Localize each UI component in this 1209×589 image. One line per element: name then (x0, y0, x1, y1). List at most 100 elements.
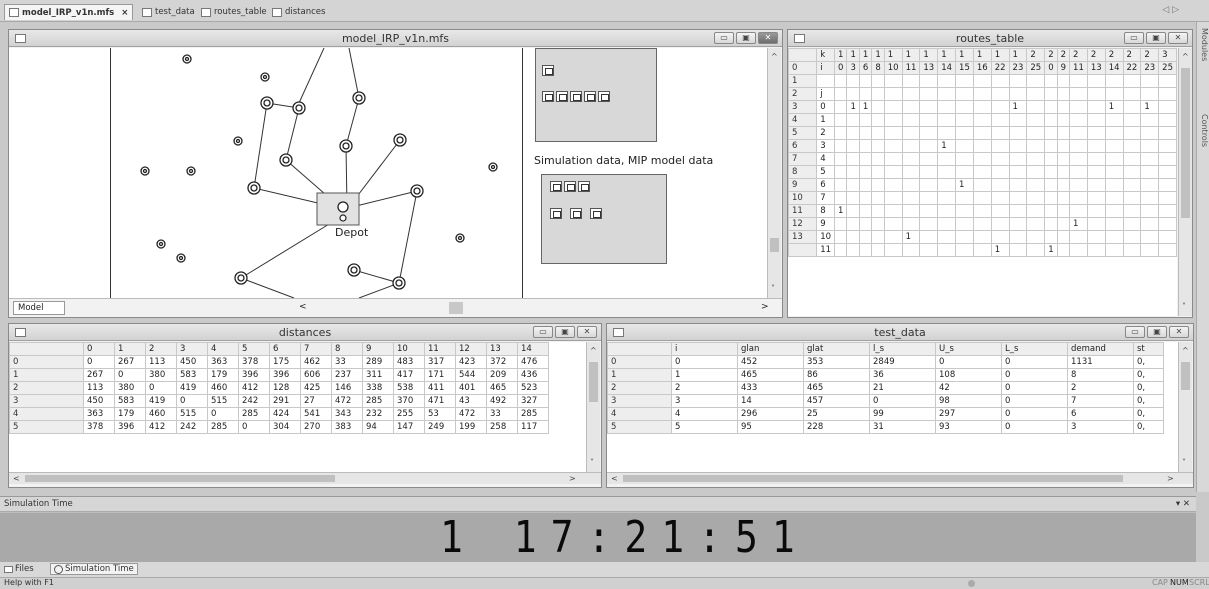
module-box-top[interactable] (535, 48, 657, 142)
column-header-cell[interactable]: 2 (1044, 48, 1058, 62)
table-cell[interactable] (871, 191, 885, 205)
table-cell[interactable] (1044, 178, 1058, 192)
table-cell[interactable] (955, 126, 974, 140)
table-cell[interactable] (1104, 165, 1124, 179)
tab-close-icon[interactable]: × (121, 8, 128, 18)
column-header-cell[interactable]: 12 (455, 342, 487, 356)
table-cell[interactable] (1026, 178, 1046, 192)
table-cell[interactable] (834, 126, 848, 140)
table-cell[interactable] (1056, 126, 1071, 140)
table-cell[interactable]: 0 (238, 420, 270, 434)
table-cell[interactable]: 42 (935, 381, 1002, 395)
table-cell[interactable] (1044, 152, 1058, 166)
table-cell[interactable]: 14 (737, 394, 804, 408)
table-cell[interactable] (1056, 165, 1071, 179)
table-cell[interactable]: 209 (486, 368, 518, 382)
table-cell[interactable]: 1 (1008, 100, 1028, 114)
table-cell[interactable] (972, 87, 992, 101)
table-cell[interactable] (901, 100, 921, 114)
row-header-cell[interactable]: 1 (607, 368, 672, 382)
table-cell[interactable]: 289 (362, 355, 394, 369)
table-cell[interactable] (1122, 87, 1142, 101)
row-header-cell[interactable]: 0 (9, 355, 84, 369)
table-cell[interactable] (858, 217, 873, 231)
table-cell[interactable]: 0 (869, 394, 936, 408)
table-cell[interactable]: 10 (816, 230, 836, 244)
table-cell[interactable] (858, 243, 873, 257)
module-block-icon[interactable] (542, 65, 554, 76)
table-cell[interactable] (955, 165, 974, 179)
column-header-cell[interactable]: 1 (871, 48, 885, 62)
table-cell[interactable] (1104, 204, 1124, 218)
maximize-button[interactable]: ▣ (555, 326, 575, 338)
tab-routes-table[interactable]: routes_table (197, 4, 271, 20)
table-cell[interactable] (1056, 191, 1071, 205)
table-cell[interactable] (1140, 217, 1160, 231)
table-cell[interactable] (871, 126, 885, 140)
table-cell[interactable]: 0 (935, 355, 1002, 369)
row-header-cell[interactable]: 2 (607, 381, 672, 395)
scroll-left-arrow[interactable]: < (299, 302, 307, 312)
table-cell[interactable]: 27 (300, 394, 332, 408)
column-header-cell[interactable]: 6 (269, 342, 301, 356)
row-header-cell[interactable]: 2 (788, 87, 818, 101)
table-cell[interactable]: 304 (269, 420, 301, 434)
table-cell[interactable] (919, 126, 939, 140)
table-cell[interactable] (858, 230, 873, 244)
table-cell[interactable] (1140, 230, 1160, 244)
table-cell[interactable]: 1 (1044, 243, 1058, 257)
table-cell[interactable] (883, 217, 903, 231)
column-header-cell[interactable]: 1 (972, 48, 992, 62)
table-cell[interactable] (883, 191, 903, 205)
table-cell[interactable] (1158, 243, 1177, 257)
maximize-button[interactable]: ▣ (1146, 32, 1166, 44)
table-cell[interactable]: 523 (517, 381, 549, 395)
table-cell[interactable]: 460 (145, 407, 177, 421)
table-cell[interactable] (1122, 243, 1142, 257)
table-cell[interactable] (972, 230, 992, 244)
table-cell[interactable]: 296 (737, 407, 804, 421)
column-header-cell[interactable]: 1 (858, 48, 873, 62)
row-header-cell[interactable]: 11 (788, 204, 818, 218)
table-cell[interactable] (990, 178, 1010, 192)
table-cell[interactable] (858, 191, 873, 205)
table-cell[interactable]: 93 (935, 420, 1002, 434)
table-cell[interactable]: 372 (486, 355, 518, 369)
test-data-grid[interactable]: i glan glat l_s U_s L_s demand st 0 0 452 353 2849 0 0… (607, 342, 1164, 434)
table-cell[interactable] (1026, 100, 1046, 114)
table-cell[interactable] (1044, 87, 1058, 101)
table-cell[interactable] (972, 217, 992, 231)
table-cell[interactable] (883, 178, 903, 192)
column-header-cell[interactable]: 11 (1069, 61, 1088, 75)
table-cell[interactable] (1026, 126, 1046, 140)
table-cell[interactable]: 1 (1069, 217, 1088, 231)
table-cell[interactable] (846, 87, 860, 101)
row-header-cell[interactable]: 5 (9, 420, 84, 434)
column-header-cell[interactable]: 1 (883, 48, 903, 62)
table-cell[interactable]: 541 (300, 407, 332, 421)
table-cell[interactable]: 0 (1001, 407, 1068, 421)
column-header-cell[interactable]: 23 (1008, 61, 1028, 75)
table-cell[interactable]: 515 (207, 394, 239, 408)
table-cell[interactable]: 237 (331, 368, 363, 382)
table-cell[interactable] (1158, 100, 1177, 114)
table-cell[interactable]: 411 (424, 381, 456, 395)
table-cell[interactable]: 94 (362, 420, 394, 434)
table-cell[interactable] (871, 217, 885, 231)
column-header-cell[interactable]: k (816, 48, 836, 62)
table-cell[interactable] (1104, 243, 1124, 257)
row-header-cell[interactable]: 1 (788, 74, 818, 88)
table-cell[interactable]: 0 (176, 394, 208, 408)
column-header-cell[interactable]: 4 (207, 342, 239, 356)
table-cell[interactable] (1104, 113, 1124, 127)
column-header-cell[interactable]: 13 (919, 61, 939, 75)
table-cell[interactable]: 1131 (1067, 355, 1134, 369)
row-header-cell[interactable]: 3 (607, 394, 672, 408)
column-header-cell[interactable]: 2 (1122, 48, 1142, 62)
module-block-icon[interactable] (598, 91, 610, 102)
column-header-cell[interactable]: 1 (937, 48, 957, 62)
table-cell[interactable] (1086, 126, 1106, 140)
tab-files[interactable]: Files (4, 564, 34, 574)
column-header-cell[interactable] (9, 342, 84, 356)
table-cell[interactable] (1044, 165, 1058, 179)
